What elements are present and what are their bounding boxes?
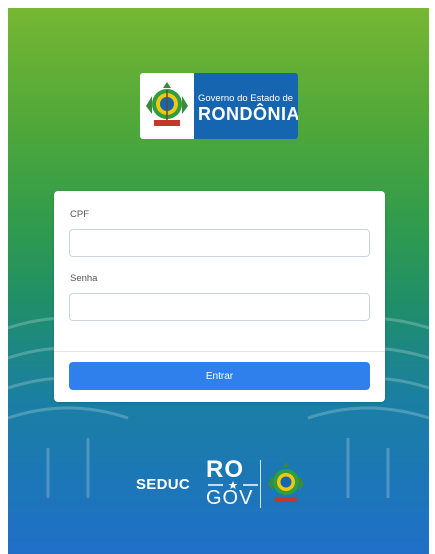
logo-text: Governo do Estado de RONDÔNIA xyxy=(198,73,298,139)
card-divider xyxy=(54,351,385,352)
seduc-logo-text: SEDUC xyxy=(136,476,191,493)
login-card: CPF Senha Entrar xyxy=(54,191,385,402)
crest-icon xyxy=(140,73,194,139)
footer-logos: SEDUC RO GOV xyxy=(136,454,316,514)
cpf-label: CPF xyxy=(70,209,89,220)
crest-icon xyxy=(268,462,304,502)
login-background: Governo do Estado de RONDÔNIA CPF Senha … xyxy=(8,8,429,554)
cpf-input[interactable] xyxy=(69,229,370,257)
senha-input[interactable] xyxy=(69,293,370,321)
footer-separator xyxy=(260,460,261,508)
entrar-button[interactable]: Entrar xyxy=(69,362,370,390)
logo-line1: Governo do Estado de xyxy=(198,93,294,104)
ro-logo-text: RO xyxy=(206,456,244,483)
governo-rondonia-logo: Governo do Estado de RONDÔNIA xyxy=(140,73,298,139)
gov-logo-text: GOV xyxy=(206,487,254,509)
senha-label: Senha xyxy=(70,273,98,284)
logo-line2: RONDÔNIA xyxy=(198,104,298,124)
